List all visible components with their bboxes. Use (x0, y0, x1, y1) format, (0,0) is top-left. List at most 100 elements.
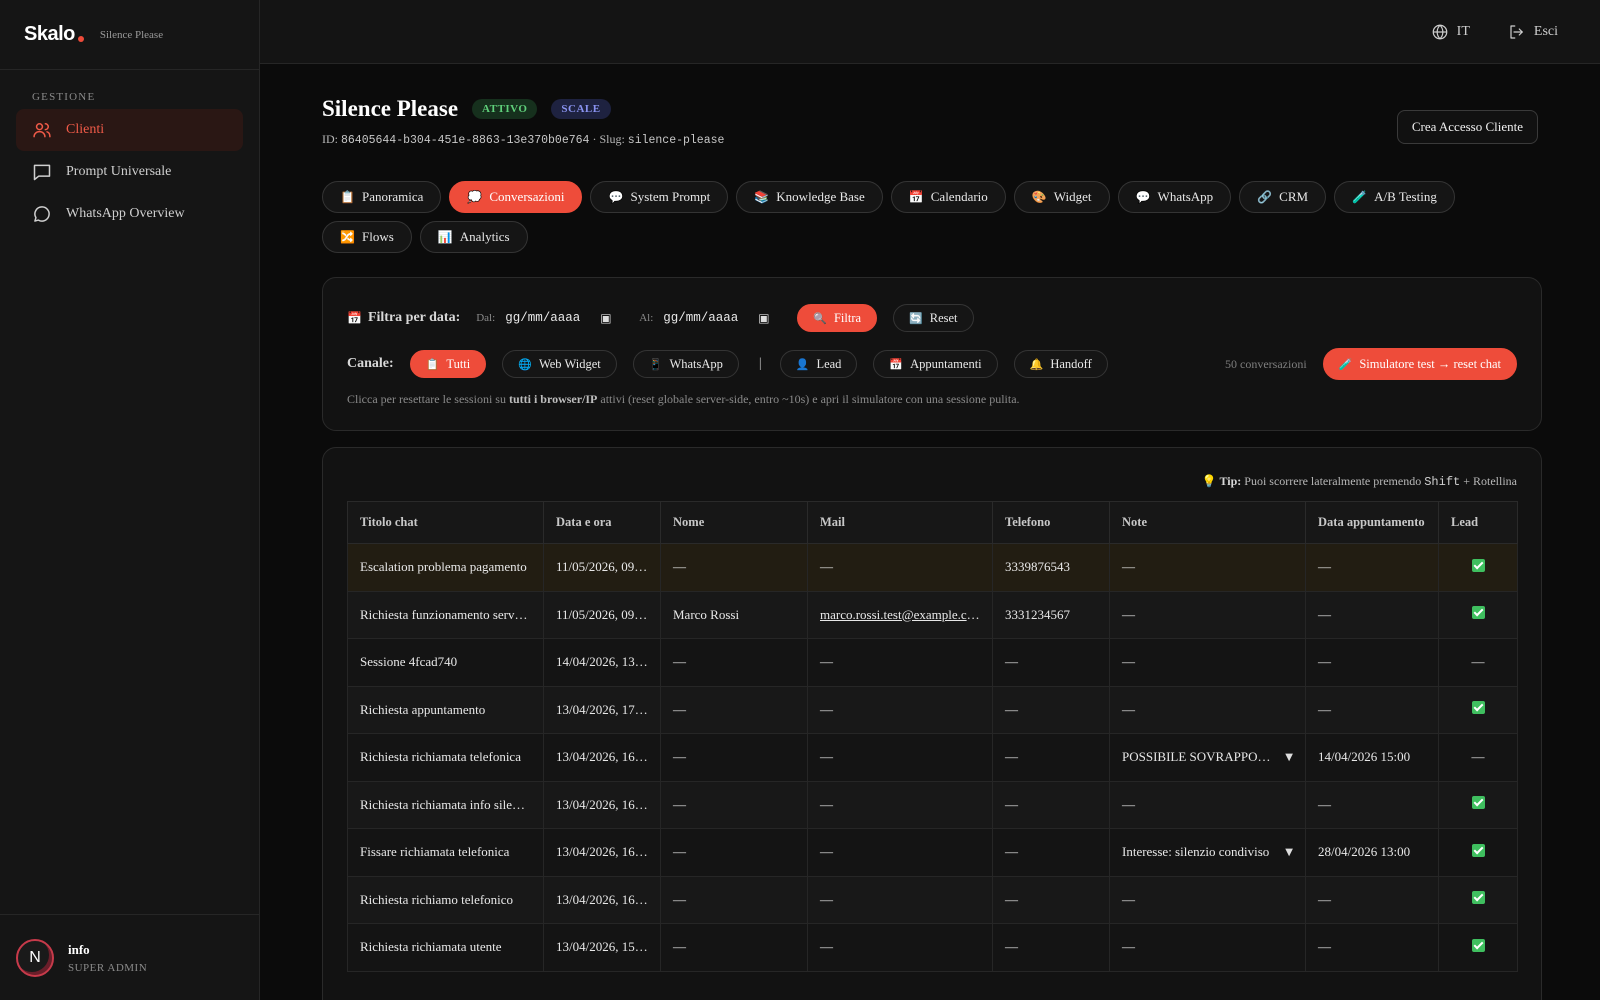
date-from-input[interactable]: gg/mm/aaaa ▣ (505, 311, 613, 325)
simulator-reset-button[interactable]: 🧪 Simulatore test → reset chat (1322, 348, 1517, 380)
tab-crm[interactable]: 🔗 CRM (1239, 181, 1327, 213)
cell-note[interactable]: POSSIBILE SOVRAPPOSIZIONE ▼ (1109, 733, 1306, 782)
caret-down-icon[interactable]: ▼ (1285, 847, 1293, 858)
calendar-picker-icon[interactable]: ▣ (600, 311, 611, 325)
cell-title: Escalation problema pagamento (347, 543, 544, 592)
calendar-icon: 📅 (347, 311, 362, 325)
channel-web-widget[interactable]: 🌐 Web Widget (502, 350, 617, 378)
tab-analytics[interactable]: 📊 Analytics (419, 221, 528, 253)
from-label: Dal: (476, 312, 496, 324)
logout-icon (1510, 24, 1523, 39)
column-header[interactable]: Note (1109, 501, 1306, 544)
phone-icon: 📱 (648, 357, 663, 371)
cell-title: Richiesta funzionamento servizio (347, 590, 544, 639)
sidebar-item-label: Prompt Universale (66, 164, 172, 179)
table-row[interactable]: Richiesta richiamata utente 13/04/2026, 1… (347, 923, 1518, 972)
cell-note[interactable]: Interesse: silenzio condiviso ▼ (1109, 828, 1306, 877)
caret-down-icon[interactable]: ▼ (1285, 752, 1293, 763)
email-link: — (820, 654, 833, 670)
cell-phone: — (992, 780, 1110, 829)
channel-tutti[interactable]: 📋 Tutti (409, 350, 487, 378)
client-meta: ID: 86405644-b304-451e-8863-13e370b0e764… (322, 132, 725, 147)
cell-phone: 3339876543 (992, 543, 1110, 592)
table-row[interactable]: Richiesta richiamo telefonico 13/04/2026,… (347, 875, 1518, 924)
cell-lead (1438, 590, 1518, 639)
table-row[interactable]: Richiesta funzionamento servizio 11/05/20… (347, 590, 1518, 639)
client-header: Silence Please ATTIVO SCALE ID: 86405644… (322, 96, 1538, 147)
cell-name: — (660, 638, 808, 687)
sidebar-item-clienti[interactable]: Clienti (16, 109, 243, 151)
table-row[interactable]: Sessione 4fcad740 14/04/2026, 13:28— — — — — — (347, 638, 1518, 687)
sidebar-item-whatsapp-overview[interactable]: WhatsApp Overview (16, 193, 243, 235)
thought-bubble-icon: 💭 (467, 190, 483, 204)
cell-title: Richiesta richiamata info silenzio (347, 780, 544, 829)
date-to-input[interactable]: gg/mm/aaaa ▣ (663, 311, 771, 325)
check-icon (1471, 938, 1485, 952)
search-icon: 🔍 (813, 311, 827, 325)
cell-mail: — (807, 733, 993, 782)
tab-ab-testing[interactable]: 🧪 A/B Testing (1334, 181, 1455, 213)
brand-logo[interactable]: Skalo (24, 23, 84, 46)
conversations-table-card: 💡 Tip: Puoi scorrere lateralmente premen… (322, 447, 1542, 1000)
column-header[interactable]: Nome (660, 501, 808, 544)
column-header[interactable]: Titolo chat (347, 501, 544, 544)
email-link: — (820, 891, 833, 907)
language-button[interactable]: IT (1431, 23, 1470, 41)
filter-button[interactable]: 🔍 Filtra (797, 304, 878, 332)
tab-system-prompt[interactable]: 💬 System Prompt (590, 181, 729, 213)
tab-calendario[interactable]: 📅 Calendario (890, 181, 1006, 213)
speech-bubble-icon: 💬 (608, 190, 624, 204)
cell-lead (1438, 923, 1518, 972)
email-link: — (820, 844, 833, 860)
cell-name: — (660, 828, 808, 877)
table-row[interactable]: Richiesta richiamata telefonica 13/04/202… (347, 733, 1518, 782)
calendar-picker-icon[interactable]: ▣ (758, 311, 769, 325)
column-header[interactable]: Mail (807, 501, 993, 544)
cell-note: — (1109, 780, 1306, 829)
check-icon (1471, 558, 1485, 572)
topbar: IT Esci (260, 0, 1600, 64)
main: IT Esci Silence Please ATTIVO SCALE ID: … (260, 0, 1600, 1000)
cell-name: — (660, 923, 808, 972)
cell-title: Richiesta richiamata utente (347, 923, 544, 972)
cell-appointment: — (1305, 923, 1439, 972)
simulator-hint: Clicca per resettare le sessioni su tutt… (347, 392, 1020, 406)
tab-flows[interactable]: 🔀 Flows (322, 221, 412, 253)
tab-widget[interactable]: 🎨 Widget (1013, 181, 1110, 213)
tab-whatsapp[interactable]: 💬 WhatsApp (1117, 181, 1232, 213)
table-row[interactable]: Escalation problema pagamento 11/05/2026,… (347, 543, 1518, 592)
check-icon (1471, 796, 1485, 810)
tab-conversazioni[interactable]: 💭 Conversazioni (449, 181, 583, 213)
type-appuntamenti[interactable]: 📅 Appuntamenti (873, 350, 998, 378)
app-root: Skalo Silence Please GESTIONE Clienti Pr… (0, 0, 1600, 1000)
column-header[interactable]: Lead (1438, 501, 1518, 544)
type-lead[interactable]: 👤 Lead (779, 350, 858, 378)
user-box[interactable]: N info SUPER ADMIN (0, 914, 259, 1000)
email-link: — (820, 796, 833, 812)
column-header[interactable]: Data appuntamento (1305, 501, 1439, 544)
content: Silence Please ATTIVO SCALE ID: 86405644… (260, 64, 1600, 1000)
reset-button[interactable]: 🔄 Reset (893, 304, 974, 332)
bell-icon: 🔔 (1029, 357, 1044, 371)
tab-knowledge-base[interactable]: 📚 Knowledge Base (736, 181, 883, 213)
brand-subtitle: Silence Please (99, 28, 164, 41)
logout-button[interactable]: Esci (1508, 23, 1558, 41)
email-link[interactable]: marco.rossi.test@example.com (820, 607, 983, 622)
column-header[interactable]: Data e ora (543, 501, 661, 544)
channel-whatsapp[interactable]: 📱 WhatsApp (632, 350, 739, 378)
table-row[interactable]: Richiesta richiamata info silenzio 13/04/… (347, 780, 1518, 829)
speech-bubble-icon: 💬 (1135, 190, 1151, 204)
cell-note: — (1109, 590, 1306, 639)
check-icon (1471, 891, 1485, 905)
cell-appointment: — (1305, 590, 1439, 639)
date-filter-row: 📅 Filtra per data: Dal: gg/mm/aaaa ▣ Al: g… (347, 304, 1517, 332)
table-row[interactable]: Fissare richiamata telefonica 13/04/2026,… (347, 828, 1518, 877)
table-row[interactable]: Richiesta appuntamento 13/04/2026, 17:28—… (347, 685, 1518, 734)
brand-dot-icon (77, 36, 84, 42)
column-header[interactable]: Telefono (992, 501, 1110, 544)
tab-panoramica[interactable]: 📋 Panoramica (322, 181, 442, 213)
sidebar-item-prompt-universale[interactable]: Prompt Universale (16, 151, 243, 193)
type-handoff[interactable]: 🔔 Handoff (1013, 350, 1108, 378)
create-client-access-button[interactable]: Crea Accesso Cliente (1396, 110, 1538, 144)
cell-datetime: 13/04/2026, 16:06 (543, 875, 661, 924)
